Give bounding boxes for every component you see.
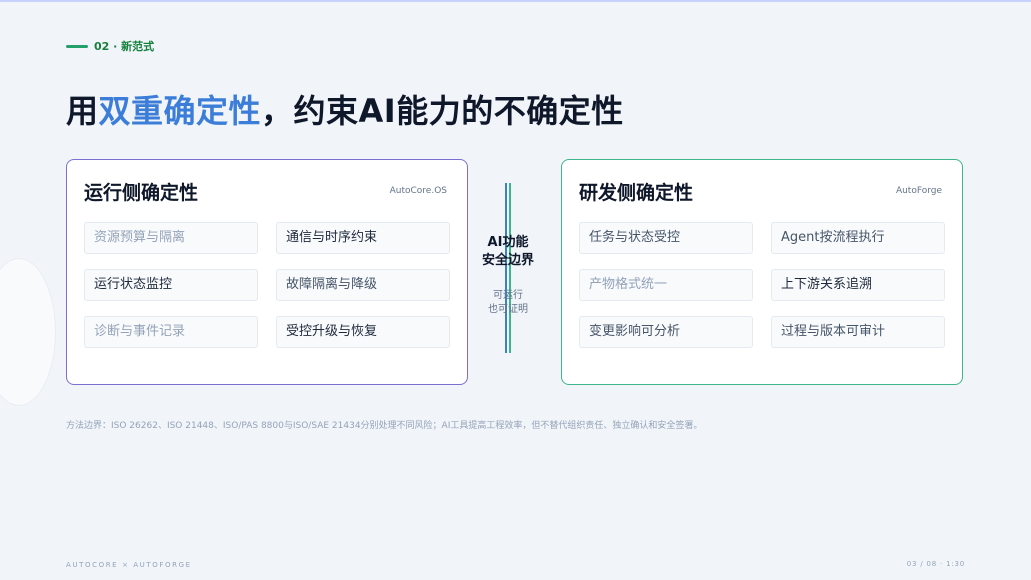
title-highlight: 双重确定性 — [98, 92, 262, 130]
section-tag-bar — [66, 44, 88, 48]
dev-item: 过程与版本可审计 — [771, 316, 945, 348]
section-tag-label: 02 · 新范式 — [94, 40, 155, 53]
slide-title: 用双重确定性，约束AI能力的不确定性 — [66, 86, 624, 132]
boundary-sub-1: 可运行 — [493, 290, 523, 301]
decorative-edge-shape — [0, 258, 56, 406]
dev-item: 任务与状态受控 — [579, 222, 753, 254]
runtime-panel-brand: AutoCore.OS — [389, 186, 447, 196]
dev-item: 产物格式统一 — [579, 269, 753, 301]
runtime-item: 通信与时序约束 — [276, 222, 450, 254]
footer-page-indicator: 03 / 08 · 1:30 — [906, 560, 965, 568]
method-boundary-note: 方法边界：ISO 26262、ISO 21448、ISO/PAS 8800与IS… — [66, 421, 703, 431]
dev-item: 变更影响可分析 — [579, 316, 753, 348]
runtime-item: 资源预算与隔离 — [84, 222, 258, 254]
runtime-item: 受控升级与恢复 — [276, 316, 450, 348]
footer-brand: AUTOCORE × AUTOFORGE — [66, 561, 192, 569]
runtime-item: 诊断与事件记录 — [84, 316, 258, 348]
title-prefix: 用 — [66, 92, 99, 130]
dev-certainty-panel: 研发侧确定性 AutoForge 任务与状态受控 Agent按流程执行 产物格式… — [561, 159, 963, 385]
runtime-item: 运行状态监控 — [84, 269, 258, 301]
boundary-sub-label: 可运行 也可证明 — [470, 289, 546, 317]
dev-panel-title: 研发侧确定性 — [579, 182, 694, 204]
safety-boundary-label: AI功能 安全边界 — [470, 234, 546, 270]
boundary-sub-2: 也可证明 — [488, 304, 528, 315]
boundary-line-2: 安全边界 — [481, 253, 534, 268]
runtime-item: 故障隔离与降级 — [276, 269, 450, 301]
dev-panel-brand: AutoForge — [895, 186, 942, 196]
runtime-panel-title: 运行侧确定性 — [84, 182, 199, 204]
runtime-certainty-panel: 运行侧确定性 AutoCore.OS 资源预算与隔离 通信与时序约束 运行状态监… — [66, 159, 468, 385]
section-tag: 02 · 新范式 — [66, 38, 154, 54]
dev-item: Agent按流程执行 — [771, 222, 945, 254]
title-suffix: ，约束AI能力的不确定性 — [261, 92, 624, 130]
boundary-line-1: AI功能 — [487, 235, 529, 250]
top-accent-line — [0, 0, 1031, 2]
dev-item: 上下游关系追溯 — [771, 269, 945, 301]
